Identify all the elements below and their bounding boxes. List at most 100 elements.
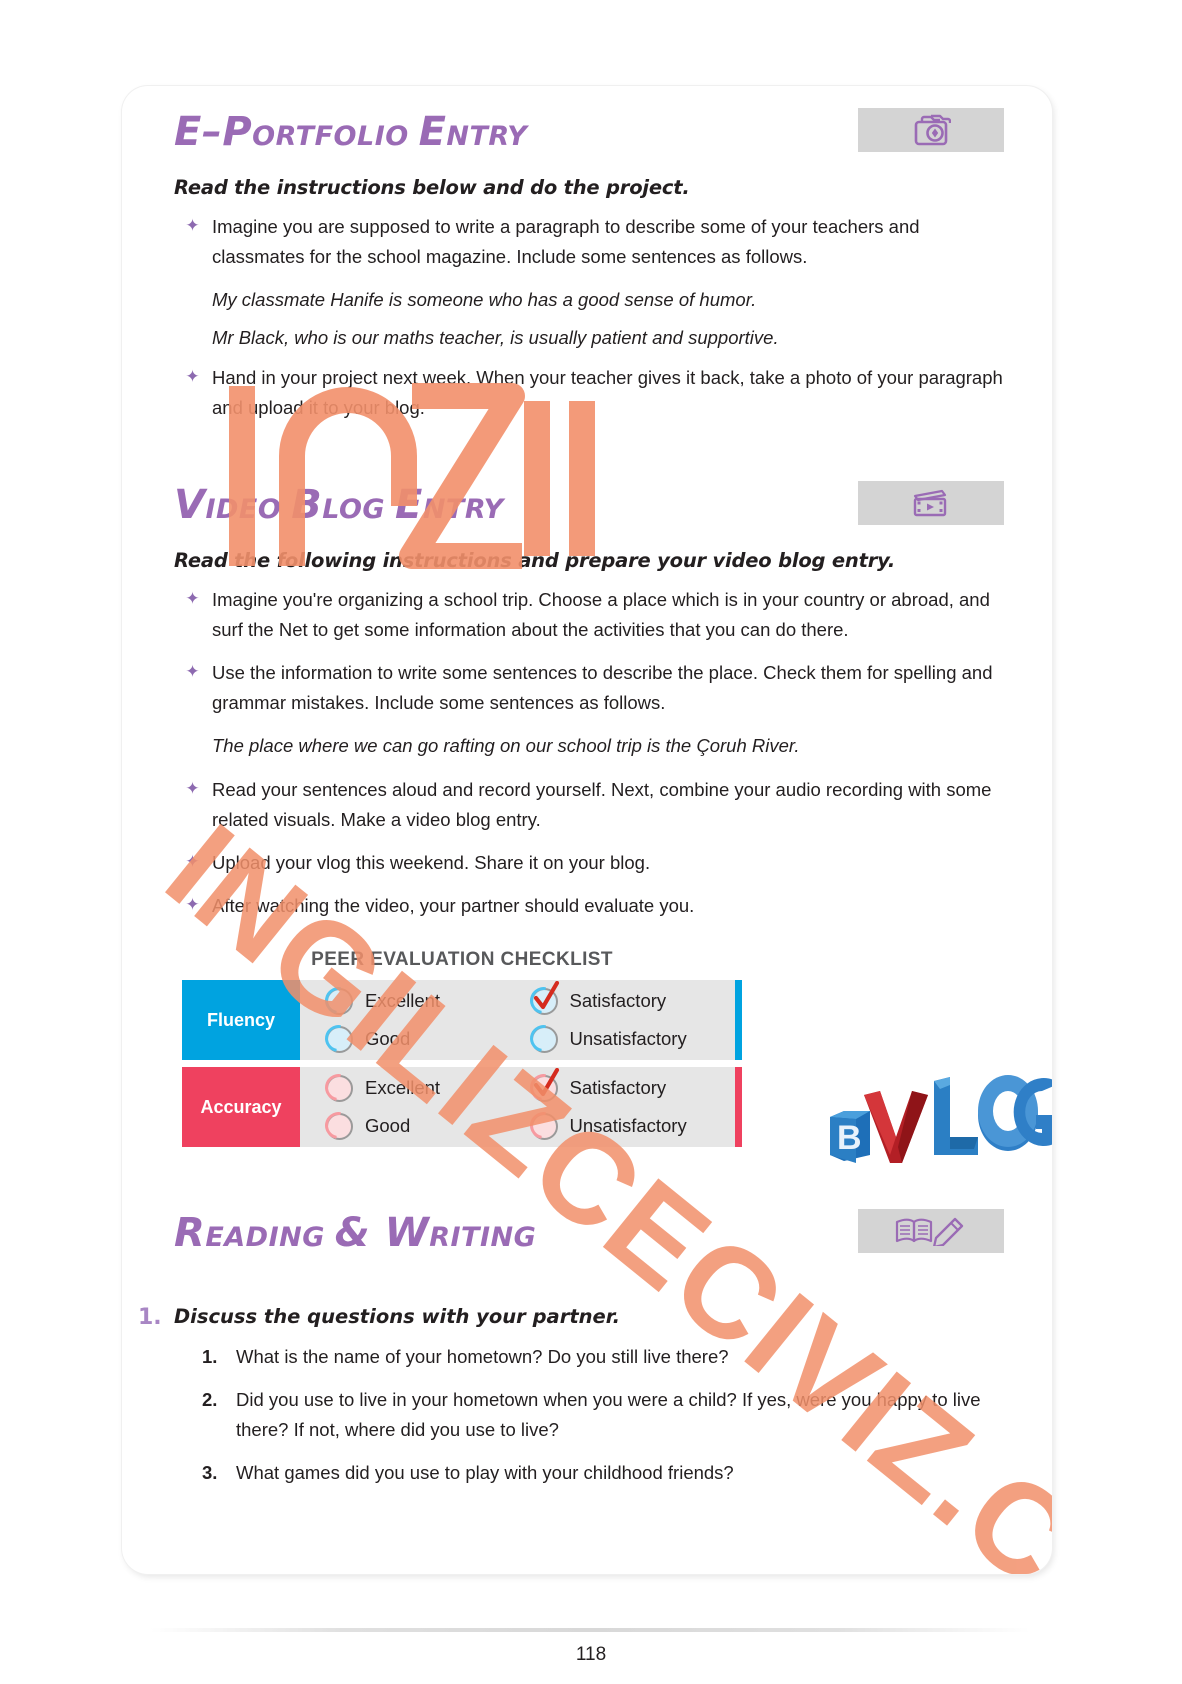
- list-item: 3. What games did you use to play with y…: [202, 1458, 1004, 1488]
- star-bullet-icon: ✦: [185, 779, 200, 798]
- radio-bubble[interactable]: [319, 1068, 358, 1106]
- textbook-page: E–PORTFOLIO ENTRY Read the instructions …: [0, 0, 1182, 1684]
- footer-divider: [150, 1628, 1030, 1632]
- list-item: ✦ Upload your vlog this weekend. Share i…: [174, 848, 1004, 878]
- title-cap: V: [174, 482, 206, 528]
- vlog-3d-artwork: B: [830, 1075, 1052, 1163]
- page-content: E–PORTFOLIO ENTRY Read the instructions …: [138, 108, 1004, 1501]
- portfolio-camera-icon-box: [858, 108, 1004, 152]
- activity-block: 1. Discuss the questions with your partn…: [138, 1305, 1004, 1488]
- question-text: What is the name of your hometown? Do yo…: [236, 1346, 729, 1367]
- example-sentence: The place where we can go rafting on our…: [212, 735, 800, 756]
- option-label: Excellent: [365, 1077, 441, 1098]
- bullet-list-eportfolio-2: ✦ Hand in your project next week. When y…: [174, 363, 1004, 423]
- checklist-title: PEER EVALUATION CHECKLIST: [311, 949, 613, 970]
- activity-number: 1.: [138, 1305, 162, 1330]
- title-rest: IDEO: [205, 494, 292, 525]
- list-item: ✦ After watching the video, your partner…: [174, 891, 1004, 921]
- row-edge-accent: [735, 980, 742, 1060]
- bullet-text: Imagine you're organizing a school trip.…: [212, 589, 990, 640]
- radio-bubble[interactable]: [524, 1106, 562, 1144]
- example-sentence: Mr Black, who is our maths teacher, is u…: [212, 327, 779, 348]
- section-header-eportfolio: E–PORTFOLIO ENTRY: [174, 108, 1004, 170]
- section-header-videoblog: VIDEO BLOG ENTRY: [174, 481, 1004, 543]
- radio-bubble[interactable]: [524, 1019, 562, 1057]
- section-title-videoblog: VIDEO BLOG ENTRY: [174, 485, 504, 525]
- star-bullet-icon: ✦: [185, 895, 200, 914]
- star-bullet-icon: ✦: [185, 662, 200, 681]
- star-bullet-icon: ✦: [185, 852, 200, 871]
- title-rest: LOG: [322, 494, 395, 525]
- book-pencil-icon-box: [858, 1209, 1004, 1253]
- row-edge-accent: [735, 1067, 742, 1147]
- star-bullet-icon: ✦: [185, 216, 200, 235]
- section-title-readingwriting: READING & WRITING: [174, 1213, 536, 1253]
- book-pencil-icon: [895, 1217, 964, 1246]
- list-item: ✦ Hand in your project next week. When y…: [174, 363, 1004, 423]
- instruction-videoblog: Read the following instructions and prep…: [174, 549, 896, 572]
- letter-l: [934, 1077, 978, 1155]
- svg-text:B: B: [837, 1119, 862, 1157]
- checklist-option[interactable]: Excellent: [319, 981, 531, 1020]
- radio-bubble-checked[interactable]: [524, 1067, 562, 1106]
- title-amp: &: [334, 1210, 385, 1256]
- list-item: ✦ Use the information to write some sent…: [174, 658, 1004, 718]
- bullet-text: Imagine you are supposed to write a para…: [212, 216, 920, 267]
- checklist-row-label-fluency: Fluency: [182, 980, 300, 1060]
- checklist-option[interactable]: Unsatisfactory: [524, 1106, 736, 1145]
- bullet-text: Read your sentences aloud and record you…: [212, 779, 992, 830]
- section-header-readingwriting: READING & WRITING: [174, 1209, 1004, 1271]
- bullet-text: Use the information to write some senten…: [212, 662, 993, 713]
- table-row: Fluency Excellent Good Satisfactory Unsa…: [182, 980, 742, 1060]
- radio-bubble-checked[interactable]: [524, 980, 562, 1019]
- question-text: Did you use to live in your hometown whe…: [236, 1389, 981, 1440]
- section-title-eportfolio: E–PORTFOLIO ENTRY: [174, 112, 527, 152]
- checklist-option[interactable]: Good: [319, 1106, 531, 1145]
- radio-bubble[interactable]: [319, 1019, 358, 1057]
- checklist-table: Fluency Excellent Good Satisfactory Unsa…: [182, 980, 742, 1147]
- option-label: Unsatisfactory: [569, 1115, 687, 1136]
- title-cap: B: [291, 482, 323, 528]
- title-rest: ORTFOLIO: [252, 121, 419, 152]
- radio-bubble[interactable]: [319, 1106, 358, 1144]
- radio-bubble[interactable]: [319, 981, 358, 1019]
- checklist-option-checked[interactable]: Satisfactory: [524, 980, 736, 1020]
- checklist-option[interactable]: Excellent: [319, 1068, 531, 1107]
- bullet-text: After watching the video, your partner s…: [212, 895, 695, 916]
- question-number: 2.: [202, 1389, 218, 1410]
- instruction-eportfolio: Read the instructions below and do the p…: [174, 176, 690, 199]
- title-cap: E: [395, 482, 423, 528]
- film-strip-icon: [913, 489, 947, 517]
- title-cap: R: [174, 1210, 206, 1256]
- option-label: Good: [365, 1028, 411, 1049]
- title-cap: E: [418, 109, 447, 155]
- option-label: Satisfactory: [569, 1077, 667, 1098]
- title-rest: RITING: [429, 1222, 537, 1253]
- table-row: Accuracy Excellent Good Satisfactory Uns…: [182, 1067, 742, 1147]
- question-text: What games did you use to play with your…: [236, 1462, 734, 1483]
- list-item: 1. What is the name of your hometown? Do…: [202, 1342, 1004, 1372]
- checklist-option[interactable]: Good: [319, 1019, 531, 1058]
- star-bullet-icon: ✦: [185, 589, 200, 608]
- option-label: Satisfactory: [569, 990, 667, 1011]
- bullet-text: Upload your vlog this weekend. Share it …: [212, 852, 651, 873]
- list-item: ✦ Read your sentences aloud and record y…: [174, 775, 1004, 835]
- option-label: Good: [365, 1115, 411, 1136]
- option-label: Excellent: [365, 990, 441, 1011]
- portfolio-camera-icon: [914, 114, 951, 146]
- checklist-option[interactable]: Unsatisfactory: [524, 1019, 736, 1058]
- option-label: Unsatisfactory: [569, 1028, 687, 1049]
- example-sentence: My classmate Hanife is someone who has a…: [212, 289, 757, 310]
- title-rest: NTRY: [422, 494, 504, 525]
- list-item: 2. Did you use to live in your hometown …: [202, 1385, 1004, 1445]
- film-strip-icon-box: [858, 481, 1004, 525]
- list-item: ✦ Imagine you are supposed to write a pa…: [174, 212, 1004, 272]
- bullet-list-videoblog-2: ✦ Read your sentences aloud and record y…: [174, 775, 1004, 921]
- bullet-list-videoblog: ✦ Imagine you're organizing a school tri…: [174, 585, 1004, 718]
- question-number: 1.: [202, 1346, 218, 1367]
- star-bullet-icon: ✦: [185, 367, 200, 386]
- checklist-row-label-accuracy: Accuracy: [182, 1067, 300, 1147]
- bullet-text: Hand in your project next week. When you…: [212, 367, 1003, 418]
- checklist-option-checked[interactable]: Satisfactory: [524, 1067, 736, 1107]
- list-item: ✦ Imagine you're organizing a school tri…: [174, 585, 1004, 645]
